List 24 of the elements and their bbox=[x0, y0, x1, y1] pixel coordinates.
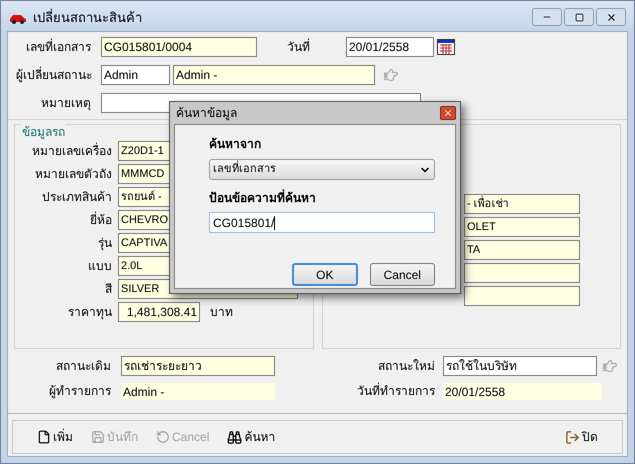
field-label: หมายเหตุ bbox=[40, 95, 91, 112]
field-label: รุ่น bbox=[97, 235, 112, 252]
field-label: ผู้ทำรายการ bbox=[48, 383, 111, 400]
field-label: ผู้เปลี่ยนสถานะ bbox=[16, 66, 91, 84]
transaction-date-field: 20/01/2558 bbox=[443, 382, 601, 400]
group-title: ข้อมูลรถ bbox=[21, 123, 66, 141]
field-label: สี bbox=[104, 281, 112, 298]
field-label: แบบ bbox=[87, 258, 112, 275]
field-label: หมายเลขเครื่อง bbox=[31, 142, 112, 160]
dialog-title: ค้นหาข้อมูล bbox=[176, 105, 237, 122]
field-label: สถานะเดิม bbox=[55, 358, 111, 375]
field-label: ยี่ห้อ bbox=[89, 211, 112, 229]
window-title: เปลี่ยนสถานะสินค้า bbox=[33, 8, 142, 28]
field-label: วันที่ bbox=[287, 38, 310, 56]
field-label: วันที่ทำรายการ bbox=[356, 382, 435, 400]
field-label: สถานะใหม่ bbox=[377, 358, 435, 375]
search-text-label: ป้อนข้อความที่ค้นหา bbox=[209, 189, 317, 207]
field-label: ราคาทุน bbox=[67, 304, 112, 321]
search-from-label: ค้นหาจาก bbox=[209, 136, 262, 153]
field-label: ประเภทสินค้า bbox=[41, 189, 112, 206]
field-label: เลขที่เอกสาร bbox=[25, 38, 91, 56]
currency-label: บาท bbox=[210, 304, 233, 321]
operator-field: Admin - bbox=[121, 382, 275, 400]
field-label: หมายเลขตัวถัง bbox=[34, 166, 112, 183]
